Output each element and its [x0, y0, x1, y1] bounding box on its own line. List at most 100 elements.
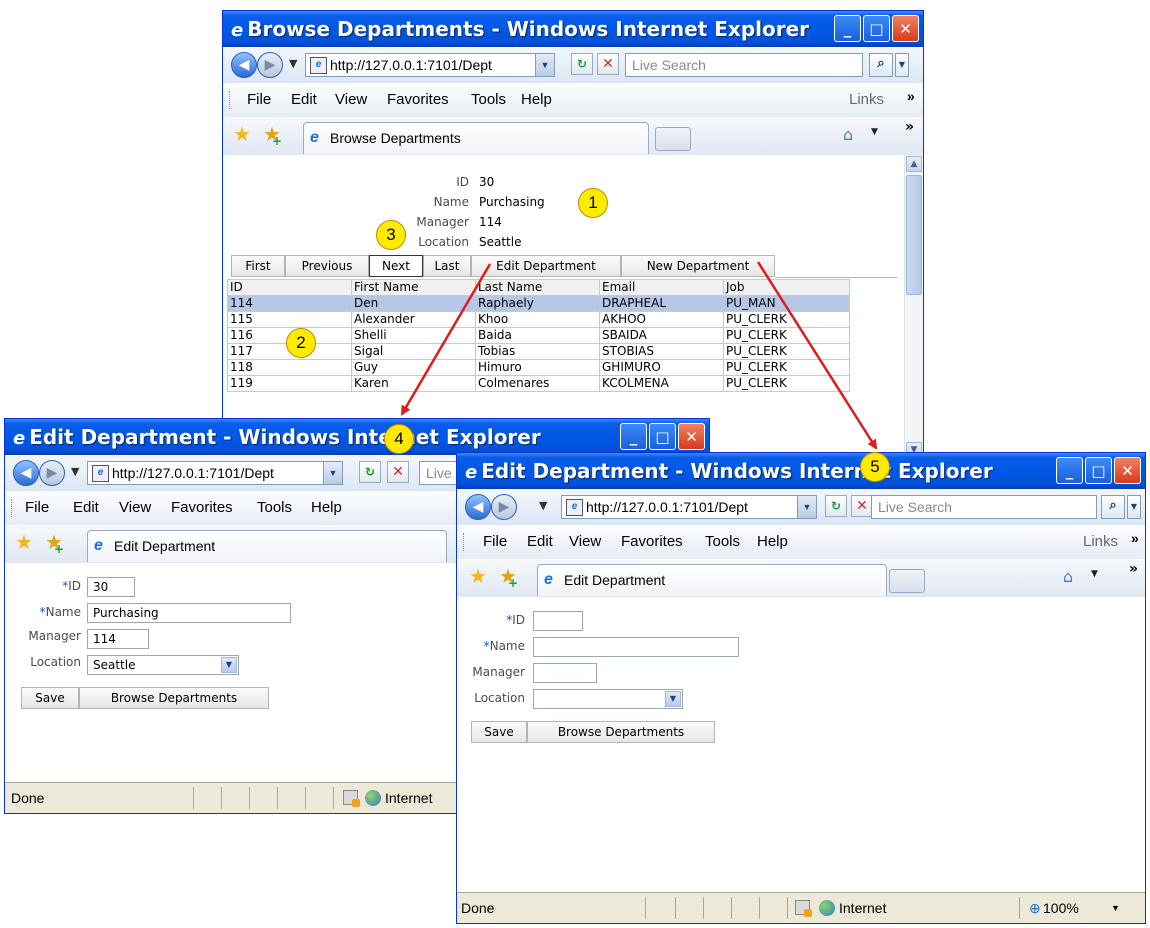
menu-tools[interactable]: Tools	[705, 525, 740, 559]
menu-help[interactable]: Help	[521, 83, 552, 117]
last-button[interactable]: Last	[423, 255, 471, 277]
column-header-email[interactable]: Email	[599, 279, 724, 296]
zoom-icon[interactable]: ⊕	[1029, 893, 1041, 923]
column-header-id[interactable]: ID	[227, 279, 352, 296]
search-input[interactable]: Live Search	[625, 53, 863, 77]
menu-view[interactable]: View	[119, 491, 151, 525]
recent-pages-dropdown[interactable]: ▼	[539, 499, 547, 512]
save-button[interactable]: Save	[471, 721, 527, 743]
minimize-button[interactable]: _	[834, 15, 861, 42]
refresh-icon[interactable]: ↻	[359, 461, 381, 483]
address-input[interactable]: e http://127.0.0.1:7101/Dept ▼	[305, 53, 555, 77]
close-button[interactable]: ✕	[1114, 457, 1141, 484]
forward-arrow-icon[interactable]: ▶	[39, 460, 65, 486]
close-button[interactable]: ✕	[892, 15, 919, 42]
location-select[interactable]: ▼	[533, 689, 683, 709]
forward-arrow-icon[interactable]: ▶	[257, 52, 283, 78]
address-dropdown[interactable]: ▼	[797, 496, 816, 518]
table-row[interactable]: 119 Karen Colmenares KCOLMENA PU_CLERK	[227, 375, 850, 392]
menu-favorites[interactable]: Favorites	[621, 525, 683, 559]
search-icon[interactable]: ⌕	[1101, 495, 1125, 519]
chevron-icon[interactable]: »	[1129, 561, 1138, 577]
zoom-level[interactable]: 100%	[1043, 893, 1079, 923]
maximize-button[interactable]: □	[863, 15, 890, 42]
name-field[interactable]	[533, 637, 739, 657]
menu-edit[interactable]: Edit	[291, 83, 317, 117]
column-header-last-name[interactable]: Last Name	[475, 279, 600, 296]
tab-edit-department[interactable]: e Edit Department	[87, 530, 447, 562]
back-arrow-icon[interactable]: ◀	[13, 460, 39, 486]
recent-pages-dropdown[interactable]: ▼	[289, 57, 297, 70]
location-select[interactable]: Seattle ▼	[87, 655, 239, 675]
menu-tools[interactable]: Tools	[471, 83, 506, 117]
back-arrow-icon[interactable]: ◀	[465, 494, 491, 520]
menu-view[interactable]: View	[569, 525, 601, 559]
protected-mode-icon[interactable]	[343, 790, 360, 807]
address-dropdown[interactable]: ▼	[535, 54, 554, 76]
chevron-icon[interactable]: »	[905, 119, 914, 135]
stop-icon[interactable]: ✕	[851, 495, 873, 517]
add-favorites-icon[interactable]: ★ +	[499, 566, 518, 590]
favorites-star-icon[interactable]: ★	[15, 532, 33, 552]
search-options-dropdown[interactable]: ▼	[895, 53, 909, 77]
refresh-icon[interactable]: ↻	[571, 53, 593, 75]
new-tab-button[interactable]	[889, 569, 925, 593]
search-input[interactable]: Live Search	[871, 495, 1097, 519]
maximize-button[interactable]: □	[1085, 457, 1112, 484]
stop-icon[interactable]: ✕	[387, 461, 409, 483]
menu-help[interactable]: Help	[757, 525, 788, 559]
table-row[interactable]: 116 Shelli Baida SBAIDA PU_CLERK	[227, 327, 850, 344]
new-department-button[interactable]: New Department	[621, 255, 775, 277]
first-button[interactable]: First	[231, 255, 285, 277]
menu-edit[interactable]: Edit	[73, 491, 99, 525]
edit-department-button[interactable]: Edit Department	[471, 255, 621, 277]
menu-favorites[interactable]: Favorites	[387, 83, 449, 117]
menu-tools[interactable]: Tools	[257, 491, 292, 525]
address-input[interactable]: e http://127.0.0.1:7101/Dept ▼	[561, 495, 817, 519]
links-toolbar[interactable]: Links	[849, 83, 884, 117]
chevron-down-icon[interactable]: ▼	[665, 691, 681, 707]
chevron-down-icon[interactable]: ▼	[221, 657, 237, 673]
table-row[interactable]: 115 Alexander Khoo AKHOO PU_CLERK	[227, 311, 850, 328]
home-dropdown[interactable]: ▼	[871, 127, 878, 137]
address-input[interactable]: e http://127.0.0.1:7101/Dept ▼	[87, 461, 343, 485]
maximize-button[interactable]: □	[649, 423, 676, 450]
table-row[interactable]: 118 Guy Himuro GHIMURO PU_CLERK	[227, 359, 850, 376]
scroll-up-icon[interactable]: ▲	[906, 156, 922, 172]
browse-departments-button[interactable]: Browse Departments	[79, 687, 269, 709]
close-button[interactable]: ✕	[678, 423, 705, 450]
manager-field[interactable]: 114	[87, 629, 149, 649]
forward-arrow-icon[interactable]: ▶	[491, 494, 517, 520]
menu-file[interactable]: File	[483, 525, 507, 559]
table-row[interactable]: 114 Den Raphaely DRAPHEAL PU_MAN	[227, 295, 850, 312]
tab-browse-departments[interactable]: e Browse Departments	[303, 122, 649, 154]
menu-file[interactable]: File	[247, 83, 271, 117]
save-button[interactable]: Save	[21, 687, 79, 709]
refresh-icon[interactable]: ↻	[825, 495, 847, 517]
tab-edit-department[interactable]: e Edit Department	[537, 564, 887, 596]
new-tab-button[interactable]	[655, 127, 691, 151]
next-button[interactable]: Next	[369, 255, 423, 277]
stop-icon[interactable]: ✕	[597, 53, 619, 75]
menu-view[interactable]: View	[335, 83, 367, 117]
search-options-dropdown[interactable]: ▼	[1127, 495, 1141, 519]
new-window-titlebar[interactable]: e Edit Department - Windows Internet Expl…	[457, 453, 1145, 489]
column-header-first-name[interactable]: First Name	[351, 279, 476, 296]
address-dropdown[interactable]: ▼	[323, 462, 342, 484]
manager-field[interactable]	[533, 663, 597, 683]
recent-pages-dropdown[interactable]: ▼	[71, 465, 79, 478]
back-arrow-icon[interactable]: ◀	[231, 52, 257, 78]
edit-window-titlebar[interactable]: e Edit Department - Windows Internet Expl…	[5, 419, 709, 455]
chevron-icon[interactable]: »	[907, 79, 915, 113]
home-dropdown[interactable]: ▼	[1091, 569, 1098, 579]
name-field[interactable]: Purchasing	[87, 603, 291, 623]
add-favorites-icon[interactable]: ★ +	[263, 124, 282, 148]
scroll-thumb[interactable]	[906, 175, 922, 295]
favorites-star-icon[interactable]: ★	[233, 124, 251, 144]
zoom-dropdown[interactable]: ▼	[1111, 893, 1120, 923]
chevron-icon[interactable]: »	[1131, 521, 1139, 555]
home-icon[interactable]: ⌂	[843, 125, 853, 144]
minimize-button[interactable]: _	[1056, 457, 1083, 484]
menu-edit[interactable]: Edit	[527, 525, 553, 559]
minimize-button[interactable]: _	[620, 423, 647, 450]
